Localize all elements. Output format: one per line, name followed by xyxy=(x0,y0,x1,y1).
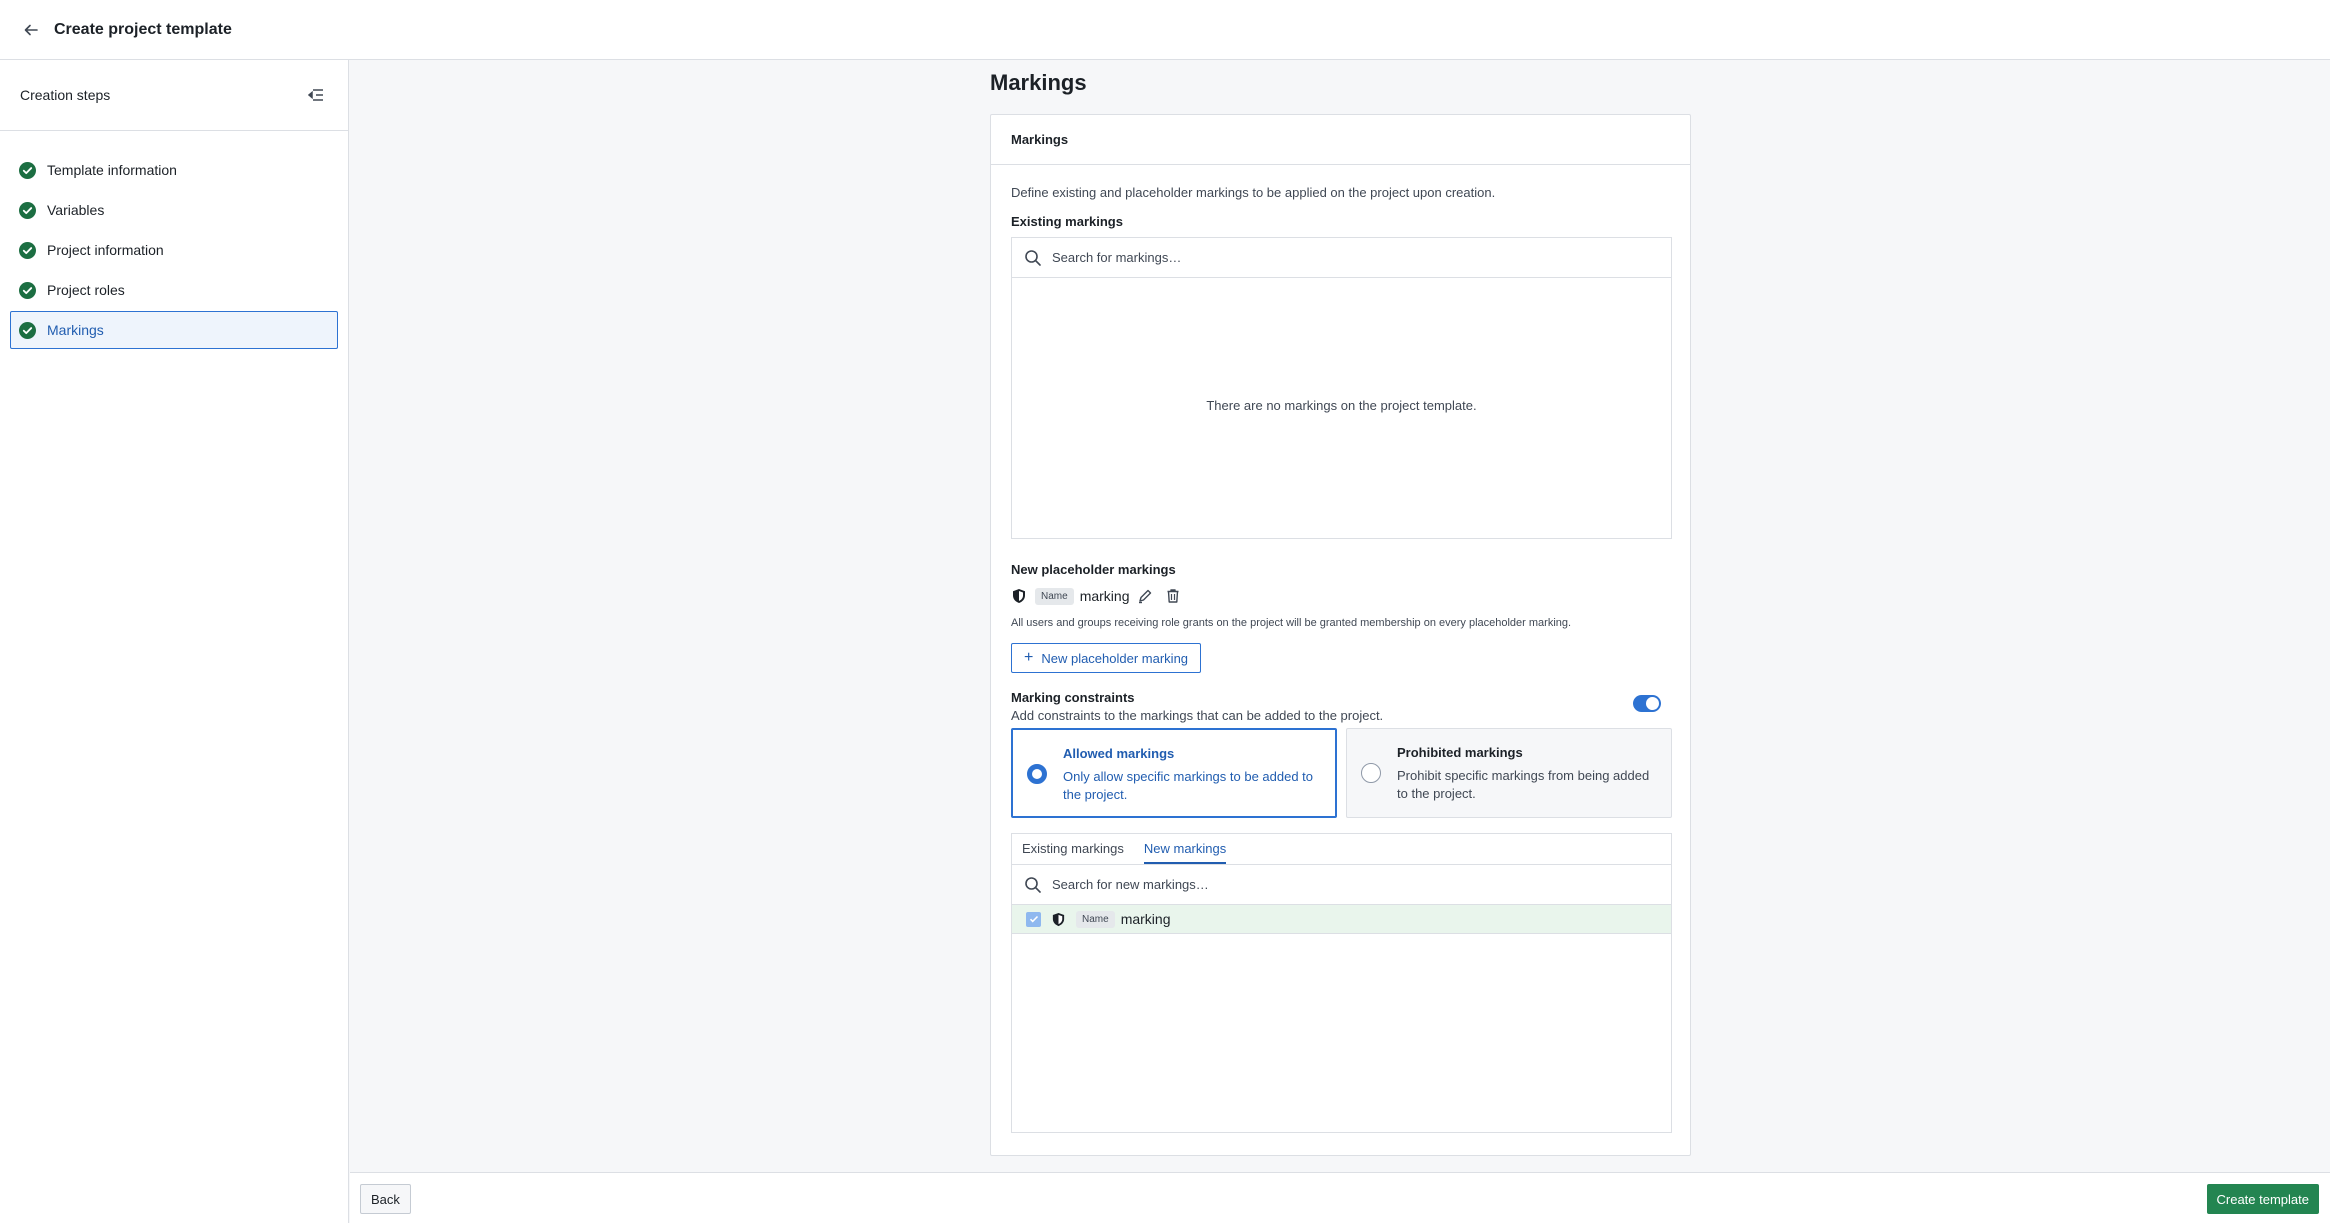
check-circle-icon xyxy=(19,241,36,259)
check-circle-icon xyxy=(19,201,36,219)
search-input[interactable]: Search for new markings… xyxy=(1052,877,1209,892)
existing-markings-search[interactable]: Search for markings… xyxy=(1012,238,1671,278)
constraints-toggle[interactable] xyxy=(1633,695,1661,712)
step-template-information[interactable]: Template information xyxy=(10,151,338,189)
checkbox[interactable] xyxy=(1026,911,1041,927)
sidebar-heading: Creation steps xyxy=(20,87,111,103)
existing-markings-label: Existing markings xyxy=(1011,214,1123,229)
step-markings[interactable]: Markings xyxy=(10,311,338,349)
new-placeholder-marking-button[interactable]: + New placeholder marking xyxy=(1011,643,1202,673)
new-markings-search[interactable]: Search for new markings… xyxy=(1012,865,1671,905)
plus-icon: + xyxy=(1024,649,1034,666)
check-circle-icon xyxy=(19,321,36,339)
create-template-button[interactable]: Create template xyxy=(2206,1184,2319,1214)
existing-markings-box: Search for markings… There are no markin… xyxy=(1011,237,1672,539)
step-project-roles[interactable]: Project roles xyxy=(10,271,338,309)
name-tag: Name xyxy=(1035,587,1074,605)
step-label: Markings xyxy=(47,322,104,338)
step-label: Template information xyxy=(47,162,177,178)
prohibited-markings-option[interactable]: Prohibited markings Prohibit specific ma… xyxy=(1346,728,1672,818)
list-item[interactable]: Name marking xyxy=(1012,905,1671,934)
back-arrow-icon[interactable] xyxy=(20,19,42,41)
steps-list: Template information Variables Project i… xyxy=(0,131,348,371)
placeholder-marking-name: marking xyxy=(1079,588,1130,604)
footer-bar: Back Create template xyxy=(350,1172,2330,1223)
check-circle-icon xyxy=(19,161,36,179)
check-circle-icon xyxy=(19,281,36,299)
toggle-knob xyxy=(1646,697,1659,710)
top-header: Create project template xyxy=(0,0,2330,60)
marking-constraints-label: Marking constraints xyxy=(1011,690,1135,705)
shield-icon xyxy=(1052,912,1065,926)
option-title: Prohibited markings xyxy=(1397,745,1523,760)
allowed-markings-option[interactable]: Allowed markings Only allow specific mar… xyxy=(1011,728,1337,818)
name-tag: Name xyxy=(1076,910,1115,928)
radio-selected[interactable] xyxy=(1027,764,1047,784)
step-label: Project information xyxy=(47,242,164,258)
tabs: Existing markings New markings xyxy=(1012,834,1671,865)
step-variables[interactable]: Variables xyxy=(10,191,338,229)
page-title: Markings xyxy=(990,70,1087,95)
tab-new-markings[interactable]: New markings xyxy=(1143,841,1227,864)
placeholder-note: All users and groups receiving role gran… xyxy=(1011,617,1572,629)
empty-state-message: There are no markings on the project tem… xyxy=(1206,398,1477,413)
trash-icon[interactable] xyxy=(1165,588,1181,604)
back-button[interactable]: Back xyxy=(360,1184,411,1214)
button-label: New placeholder marking xyxy=(1041,650,1189,666)
marking-constraints-description: Add constraints to the markings that can… xyxy=(1011,708,1384,723)
option-description: Prohibit specific markings from being ad… xyxy=(1397,768,1650,801)
step-project-information[interactable]: Project information xyxy=(10,231,338,269)
tab-existing-markings[interactable]: Existing markings xyxy=(1022,841,1124,864)
step-label: Variables xyxy=(47,202,105,218)
placeholder-marking-row: Name marking xyxy=(1011,585,1193,607)
edit-icon[interactable] xyxy=(1137,588,1153,604)
search-icon xyxy=(1025,876,1041,893)
shield-icon xyxy=(1013,589,1025,603)
markings-card: Markings Define existing and placeholder… xyxy=(990,114,1691,1156)
marking-name: marking xyxy=(1120,911,1171,927)
markings-description: Define existing and placeholder markings… xyxy=(1011,185,1496,200)
creation-steps-sidebar: Creation steps Template information Vari… xyxy=(0,60,349,1223)
page-header-title: Create project template xyxy=(54,20,232,38)
search-input[interactable]: Search for markings… xyxy=(1052,250,1181,265)
checkmark-icon xyxy=(1029,915,1038,923)
step-label: Project roles xyxy=(47,282,125,298)
search-icon xyxy=(1025,249,1041,266)
main-content: Markings Markings Define existing and pl… xyxy=(350,60,2330,1172)
option-title: Allowed markings xyxy=(1063,746,1175,761)
radio-unselected[interactable] xyxy=(1361,763,1381,783)
collapse-sidebar-icon[interactable] xyxy=(304,83,328,107)
card-title: Markings xyxy=(991,115,1690,165)
option-description: Only allow specific markings to be added… xyxy=(1063,769,1314,802)
constraint-markings-box: Existing markings New markings Search fo… xyxy=(1011,833,1672,1133)
sidebar-header: Creation steps xyxy=(0,60,348,131)
placeholder-markings-label: New placeholder markings xyxy=(1011,562,1176,577)
